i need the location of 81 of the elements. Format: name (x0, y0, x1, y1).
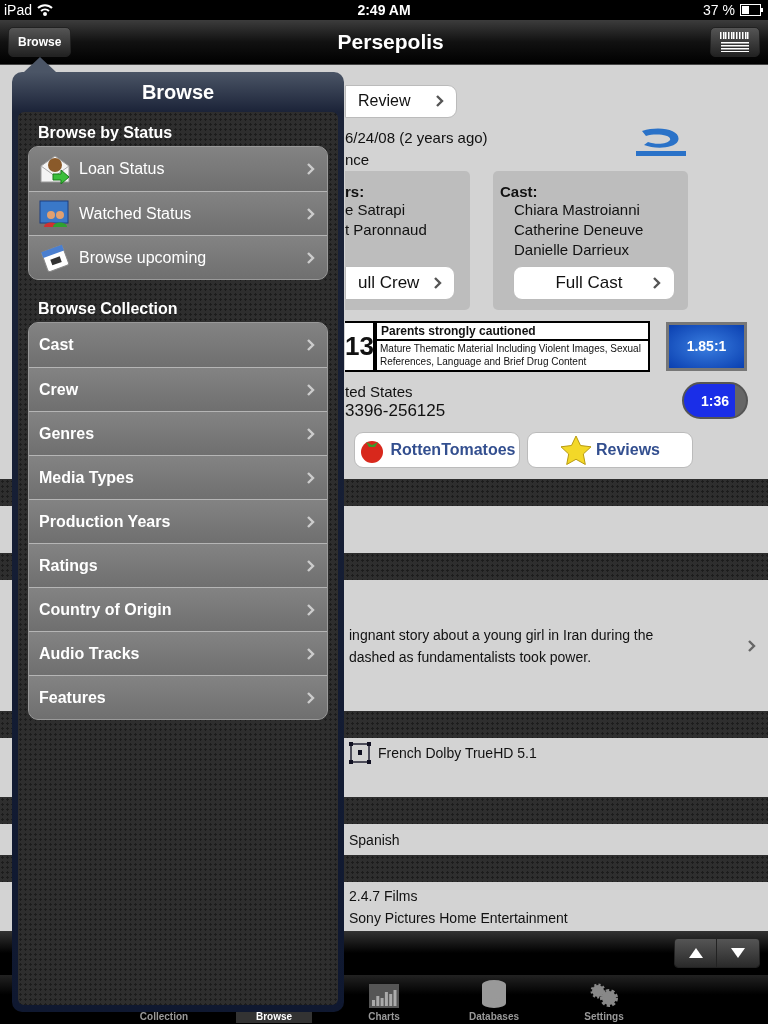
tab-bar-item[interactable]: Settings (549, 975, 659, 1024)
database-icon (481, 980, 507, 1008)
menu-item[interactable]: Crew (29, 367, 327, 411)
chevron-icon (307, 603, 315, 616)
section-heading: Browse by Status (38, 124, 174, 142)
gears-icon (589, 982, 619, 1008)
review-button[interactable]: Review (345, 84, 457, 118)
envelope-icon (39, 154, 71, 184)
cast-name: Catherine Deneuve (514, 219, 645, 240)
menu-item[interactable]: Genres (29, 411, 327, 455)
chevron-icon (307, 383, 315, 396)
crew-heading: rs: (345, 182, 366, 200)
clock-label: 2:49 AM (357, 2, 411, 18)
detail-text: 2.4.7 Films (349, 886, 419, 906)
runtime-badge: 1:36 (682, 382, 748, 420)
detail-text: dashed as fundamentalists took power. (349, 647, 593, 667)
release-date: 6/24/08 (2 years ago) (345, 127, 489, 148)
down-arrow-icon (731, 948, 745, 958)
menu-item[interactable]: Audio Tracks (29, 631, 327, 675)
chevron-icon (307, 163, 315, 175)
full-cast-button[interactable]: Full Cast (513, 265, 675, 300)
star-icon (559, 434, 592, 465)
menu-item[interactable]: Browse upcoming (29, 235, 327, 279)
people-icon (39, 198, 71, 229)
popover-title: Browse (140, 80, 216, 105)
window-title: Persepolis (337, 29, 444, 54)
menu-item[interactable]: Production Years (29, 499, 327, 543)
previous-button[interactable] (675, 939, 717, 967)
chevron-icon (307, 647, 315, 660)
chevron-icon (307, 207, 315, 220)
chevron-icon (748, 639, 756, 652)
chevron-icon (434, 276, 442, 289)
upc-text: 3396-256125 (345, 400, 447, 420)
detail-text: Spanish (349, 830, 400, 850)
up-arrow-icon (688, 948, 703, 958)
chevron-icon (307, 471, 315, 484)
cast-name: Danielle Darrieux (514, 239, 631, 260)
cast-name: Chiara Mastroianni (514, 199, 641, 220)
link-button[interactable]: RottenTomatoes (354, 431, 520, 468)
next-button[interactable] (717, 939, 759, 967)
genre-text: nce (345, 149, 371, 170)
aspect-ratio-badge: 1.85:1 (666, 321, 747, 371)
carrier-label: iPad (4, 2, 33, 18)
chevron-icon (307, 251, 315, 264)
chevron-icon (307, 427, 315, 440)
cast-heading: Cast: (500, 182, 539, 200)
detail-text: ingnant story about a young girl in Iran during the (349, 625, 654, 645)
chevron-icon (307, 515, 315, 528)
crew-name: t Paronnaud (345, 219, 428, 240)
rating-code: 13 (345, 320, 375, 372)
browse-button[interactable]: Browse (8, 26, 72, 57)
surround-sound-icon (349, 742, 371, 765)
rating-reason: Mature Thematic Material Including Violent Images, Sexual References, Language and Brief Drug Content (379, 341, 642, 369)
chevron-icon (307, 339, 315, 351)
tab-bar-item[interactable]: Databases (439, 975, 549, 1024)
chevron-icon (307, 691, 315, 704)
tab-bar-item[interactable]: Collection (109, 975, 219, 1024)
rating-title: Parents strongly cautioned (377, 322, 648, 341)
chevron-icon (307, 559, 315, 572)
menu-item[interactable]: Media Types (29, 455, 327, 499)
menu-item[interactable]: Features (29, 675, 327, 719)
chevron-icon (652, 276, 661, 289)
section-heading: Browse Collection (38, 300, 179, 318)
menu-item[interactable]: Ratings (29, 543, 327, 587)
menu-item[interactable]: Loan Status (29, 147, 327, 191)
country-text: ted States (345, 381, 414, 401)
battery-icon (740, 4, 764, 16)
bar-chart-icon (369, 984, 399, 1008)
wifi-icon (37, 4, 54, 16)
detail-text: Sony Pictures Home Entertainment (349, 908, 568, 928)
menu-item[interactable]: Watched Status (29, 191, 327, 235)
full-crew-button[interactable]: ull Crew (345, 265, 455, 300)
battery-percentage: 37 % (703, 2, 735, 18)
link-button[interactable]: Reviews (527, 431, 693, 468)
detail-text: French Dolby TrueHD 5.1 (378, 744, 537, 764)
menu-item[interactable]: Cast (29, 323, 327, 367)
chevron-icon (436, 95, 444, 108)
barcode-button[interactable] (710, 26, 760, 57)
crew-name: e Satrapi (345, 199, 407, 220)
menu-item[interactable]: Country of Origin (29, 587, 327, 631)
barcode-icon (720, 31, 750, 52)
